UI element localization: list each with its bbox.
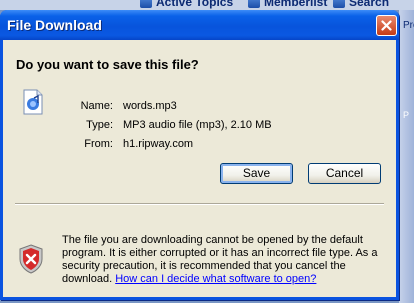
dialog-question: Do you want to save this file? <box>16 57 199 72</box>
cancel-button[interactable]: Cancel <box>308 163 381 184</box>
background-cut-text-2: P <box>403 110 410 120</box>
file-from-value: h1.ripway.com <box>123 138 194 150</box>
save-button[interactable]: Save <box>220 163 293 184</box>
file-download-dialog: File Download Do you want to save this f… <box>0 10 399 300</box>
dialog-title: File Download <box>7 17 102 33</box>
background-cut-text: Pro <box>403 20 414 31</box>
background-link-memberlist[interactable]: Memberlist <box>248 0 327 9</box>
background-link-label: Active Topics <box>156 0 234 9</box>
help-link[interactable]: How can I decide what software to open? <box>115 273 316 285</box>
security-warning-icon <box>18 244 44 279</box>
close-button[interactable] <box>376 15 397 36</box>
file-type-value: MP3 audio file (mp3), 2.10 MB <box>123 119 272 131</box>
background-link-active-topics[interactable]: Active Topics <box>140 0 233 9</box>
members-icon <box>248 0 260 8</box>
search-icon <box>333 0 345 8</box>
file-type-label: Type: <box>86 119 113 131</box>
background-link-label: Memberlist <box>264 0 328 9</box>
background-page-toolbar: Active Topics Memberlist Search <box>0 0 414 10</box>
dialog-titlebar[interactable]: File Download <box>0 10 399 40</box>
file-name-label: Name: <box>80 100 113 112</box>
audio-file-icon <box>22 89 44 120</box>
background-link-search[interactable]: Search <box>333 0 389 9</box>
dialog-body: Do you want to save this file? Name: wor… <box>3 40 396 297</box>
close-icon <box>381 20 392 31</box>
background-page-edge: Pro P <box>399 10 414 303</box>
topics-icon <box>140 0 152 8</box>
file-name-value: words.mp3 <box>123 100 177 112</box>
security-warning-text: The file you are downloading cannot be o… <box>62 234 380 286</box>
background-link-label: Search <box>349 0 390 9</box>
dialog-divider <box>15 203 384 205</box>
file-from-label: From: <box>84 138 113 150</box>
